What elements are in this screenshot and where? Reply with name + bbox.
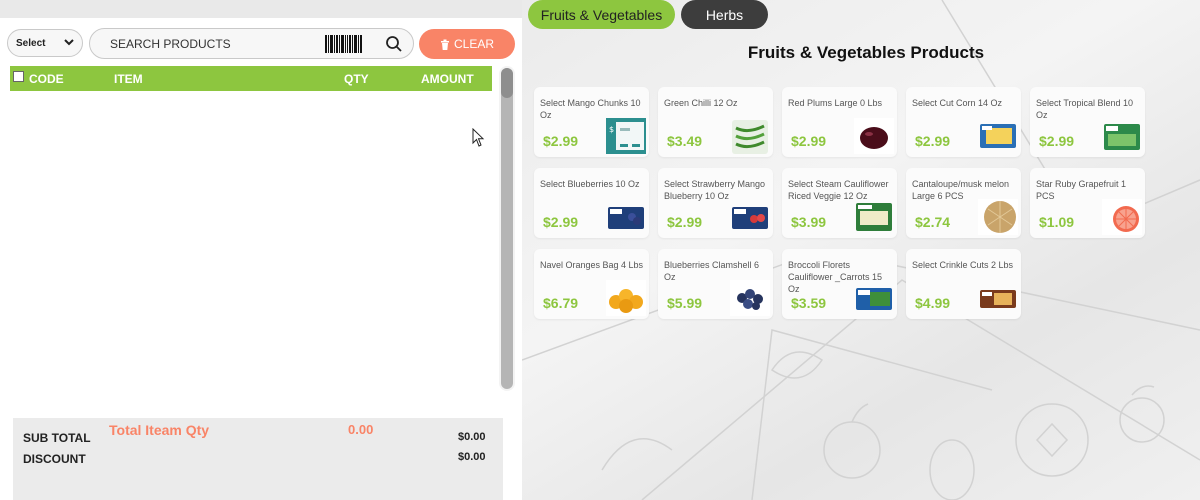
crinkle-cuts-bag-icon xyxy=(980,290,1016,308)
blueberries-icon xyxy=(730,280,770,316)
product-price: $2.99 xyxy=(791,133,827,149)
cart-table-header: CODE ITEM QTY AMOUNT xyxy=(10,66,492,91)
cantaloupe-icon xyxy=(978,199,1018,235)
mouse-cursor-icon xyxy=(472,128,485,147)
clear-button[interactable]: CLEAR xyxy=(419,29,515,59)
product-price: $5.99 xyxy=(667,295,703,311)
sub-total-value: $0.00 xyxy=(458,431,486,443)
product-card[interactable]: Select Cut Corn 14 Oz $2.99 xyxy=(906,87,1021,157)
total-item-qty-value: 0.00 xyxy=(348,422,374,437)
customer-select-label: Select xyxy=(16,37,46,49)
product-price: $2.99 xyxy=(543,214,579,230)
product-card[interactable]: Select Tropical Blend 10 Oz $2.99 xyxy=(1030,87,1145,157)
column-qty: QTY xyxy=(344,72,369,86)
broccoli-bag-icon xyxy=(856,288,892,310)
total-item-qty-label: Total Iteam Qty xyxy=(109,422,210,438)
product-card[interactable]: Select Crinkle Cuts 2 Lbs $4.99 xyxy=(906,249,1021,319)
plum-icon xyxy=(854,118,894,154)
tab-fruits-vegetables[interactable]: Fruits & Vegetables xyxy=(528,0,675,29)
product-price: $3.49 xyxy=(667,133,703,149)
product-price: $2.99 xyxy=(667,214,703,230)
product-price: $2.99 xyxy=(543,133,579,149)
grapefruit-icon xyxy=(1102,199,1142,235)
discount-value: $0.00 xyxy=(458,451,486,463)
product-price: $1.09 xyxy=(1039,214,1075,230)
barcode-icon[interactable] xyxy=(325,34,363,53)
product-card[interactable]: Select Strawberry Mango Blueberry 10 Oz … xyxy=(658,168,773,238)
berry-bag-icon xyxy=(732,207,768,229)
corn-bag-icon xyxy=(980,124,1016,148)
product-card[interactable]: Select Blueberries 10 Oz $2.99 xyxy=(534,168,649,238)
product-name: Select Cut Corn 14 Oz xyxy=(912,98,1003,108)
product-price: $2.74 xyxy=(915,214,951,230)
product-search xyxy=(89,28,414,59)
chilli-bag-icon xyxy=(732,120,768,154)
product-name: Select Blueberries 10 Oz xyxy=(540,179,640,189)
search-icon[interactable] xyxy=(385,35,403,53)
totals-panel: SUB TOTAL Total Iteam Qty 0.00 $0.00 DIS… xyxy=(13,418,503,500)
product-card[interactable]: Select Mango Chunks 10 Oz $2.99 $ xyxy=(534,87,649,157)
oranges-icon xyxy=(606,280,646,316)
product-card[interactable]: Blueberries Clamshell 6 Oz $5.99 xyxy=(658,249,773,319)
trash-icon xyxy=(440,39,449,50)
cart-scrollbar[interactable] xyxy=(499,66,515,391)
product-card[interactable]: Select Steam Cauliflower Riced Veggie 12… xyxy=(782,168,897,238)
product-name: Select Crinkle Cuts 2 Lbs xyxy=(912,260,1014,270)
product-price: $2.99 xyxy=(915,133,951,149)
product-price: $2.99 xyxy=(1039,133,1075,149)
scrollbar-handle[interactable] xyxy=(501,68,513,98)
cauliflower-bag-icon xyxy=(856,203,892,231)
product-name: Navel Oranges Bag 4 Lbs xyxy=(540,260,644,270)
chevron-down-icon xyxy=(64,38,74,49)
mango-package-icon: $ xyxy=(606,118,646,154)
column-code: CODE xyxy=(29,72,64,86)
customer-select[interactable]: Select xyxy=(7,29,83,57)
search-input[interactable] xyxy=(110,36,310,51)
blueberry-bag-icon xyxy=(608,207,644,229)
product-price: $3.59 xyxy=(791,295,827,311)
sub-total-label: SUB TOTAL xyxy=(23,431,91,445)
tab-herbs[interactable]: Herbs xyxy=(681,0,768,29)
product-price: $6.79 xyxy=(543,295,579,311)
product-card[interactable]: Navel Oranges Bag 4 Lbs $6.79 xyxy=(534,249,649,319)
product-price: $4.99 xyxy=(915,295,951,311)
product-name: Green Chilli 12 Oz xyxy=(664,98,738,108)
column-item: ITEM xyxy=(114,72,143,86)
discount-label: DISCOUNT xyxy=(23,452,86,466)
product-card[interactable]: Cantaloupe/musk melon Large 6 PCS $2.74 xyxy=(906,168,1021,238)
left-panel-top-strip xyxy=(0,0,522,18)
clear-button-label: CLEAR xyxy=(453,37,494,51)
svg-text:$: $ xyxy=(609,125,614,134)
scrollbar-thumb[interactable] xyxy=(501,68,513,389)
column-amount: AMOUNT xyxy=(421,72,474,86)
product-price: $3.99 xyxy=(791,214,827,230)
order-panel: Select CLEAR CODE ITEM QTY AMOUNT xyxy=(0,18,522,500)
product-card[interactable]: Broccoli Florets Cauliflower _Carrots 15… xyxy=(782,249,897,319)
tropical-bag-icon xyxy=(1104,124,1140,150)
product-card[interactable]: Star Ruby Grapefruit 1 PCS $1.09 xyxy=(1030,168,1145,238)
product-name: Red Plums Large 0 Lbs xyxy=(788,98,883,108)
product-card[interactable]: Red Plums Large 0 Lbs $2.99 xyxy=(782,87,897,157)
select-all-checkbox[interactable] xyxy=(13,71,24,82)
catalog-title: Fruits & Vegetables Products xyxy=(747,43,985,62)
product-card[interactable]: Green Chilli 12 Oz $3.49 xyxy=(658,87,773,157)
